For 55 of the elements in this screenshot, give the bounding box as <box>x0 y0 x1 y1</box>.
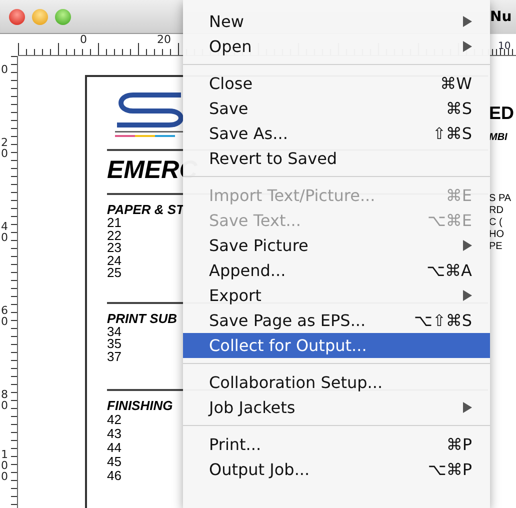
ruler-label: 100 <box>0 449 8 482</box>
menu-item[interactable]: Job Jackets <box>183 395 490 420</box>
ruler-label: 60 <box>0 305 8 327</box>
submenu-arrow-icon <box>463 290 472 301</box>
menu-item[interactable]: Close ⌘W <box>183 71 490 96</box>
document-text: RD <box>489 205 504 217</box>
menu-item[interactable]: Collect for Output... <box>183 333 490 358</box>
menu-item[interactable]: Save Picture <box>183 233 490 258</box>
menu-item[interactable]: Append... ⌥⌘A <box>183 258 490 283</box>
ruler-label: 0 <box>80 34 87 46</box>
item-number: 45 <box>107 455 122 469</box>
window-title: Nu <box>490 9 512 25</box>
item-number: 22 <box>107 230 122 242</box>
item-number: 25 <box>107 267 122 280</box>
item-number: 21 <box>107 217 122 230</box>
item-number: 44 <box>107 441 122 455</box>
item-number: 46 <box>107 469 122 483</box>
menu-item[interactable]: Export <box>183 283 490 308</box>
menu-item[interactable]: Print... ⌘P <box>183 432 490 457</box>
menu-item[interactable]: Save ⌘S <box>183 96 490 121</box>
ruler-label: 40 <box>0 221 8 243</box>
document-text: C ( <box>489 217 504 229</box>
ruler-label: 20 <box>157 34 171 46</box>
submenu-arrow-icon <box>463 240 472 251</box>
submenu-arrow-icon <box>463 16 472 27</box>
menu-item[interactable]: Save Page as EPS... ⌥⇧⌘S <box>183 308 490 333</box>
ruler-label: 0 <box>0 64 8 75</box>
submenu-arrow-icon <box>463 41 472 52</box>
document-subheading: MBI <box>489 132 508 143</box>
item-number: 37 <box>107 350 122 363</box>
item-number: 43 <box>107 427 122 441</box>
item-number: 23 <box>107 242 122 254</box>
submenu-arrow-icon <box>463 402 472 413</box>
item-number: 34 <box>107 326 122 338</box>
menu-item[interactable]: Output Job... ⌥⌘P <box>183 457 490 482</box>
section-title: PRINT SUB <box>107 310 178 326</box>
zoom-window-button[interactable] <box>55 8 71 24</box>
item-number: 42 <box>107 413 122 427</box>
document-text: PE <box>489 241 504 253</box>
close-window-button[interactable] <box>9 8 25 24</box>
document-text: HO <box>489 229 505 241</box>
ruler-label: 20 <box>0 137 8 159</box>
menu-item[interactable]: Save As... ⇧⌘S <box>183 121 490 146</box>
minimize-window-button[interactable] <box>32 8 48 24</box>
document-text: S PA <box>489 193 512 205</box>
section-title: PAPER & ST <box>107 202 184 217</box>
menu-item[interactable]: New <box>183 9 490 34</box>
document-heading: ED <box>489 102 514 125</box>
item-number: 35 <box>107 338 122 350</box>
ruler-label: 80 <box>0 389 8 411</box>
menu-item[interactable]: Collaboration Setup... <box>183 370 490 395</box>
menu-item[interactable]: Open <box>183 34 490 59</box>
item-number: 24 <box>107 254 122 267</box>
ruler-label: 10 <box>498 41 511 52</box>
section-title: FINISHING <box>107 398 173 413</box>
